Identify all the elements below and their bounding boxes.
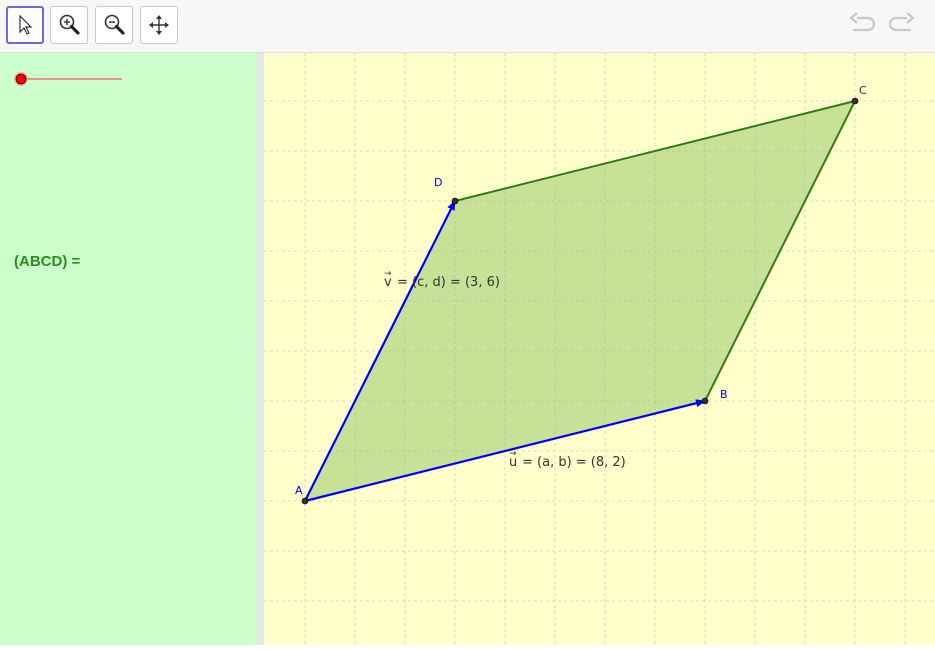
undo-button[interactable] bbox=[846, 10, 880, 40]
move-arrows-icon bbox=[149, 15, 169, 35]
point-label-b: B bbox=[720, 388, 728, 401]
move-tool-button[interactable] bbox=[6, 6, 44, 44]
point-label-a: A bbox=[295, 484, 303, 497]
area-label: (ABCD) = bbox=[14, 253, 81, 270]
slider[interactable] bbox=[13, 71, 125, 87]
move-graphics-view-button[interactable] bbox=[140, 6, 178, 44]
toolbar bbox=[0, 0, 935, 53]
undo-icon bbox=[849, 12, 876, 32]
vector-u-label: = (a, b) = (8, 2) bbox=[522, 455, 626, 470]
zoom-in-icon bbox=[59, 14, 80, 35]
point-b[interactable] bbox=[701, 397, 709, 405]
view-divider[interactable] bbox=[257, 53, 264, 645]
zoom-out-button[interactable] bbox=[95, 6, 133, 44]
zoom-out-icon bbox=[104, 14, 125, 35]
point-label-c: C bbox=[859, 84, 867, 97]
vector-v-label: = (c, d) = (3, 6) bbox=[397, 275, 500, 290]
redo-icon bbox=[888, 12, 915, 32]
point-a[interactable] bbox=[301, 497, 309, 505]
graphics-canvas: ABCD v → = (c, d) = (3, 6) u → = (a, b) … bbox=[264, 53, 935, 645]
zoom-in-button[interactable] bbox=[50, 6, 88, 44]
redo-button[interactable] bbox=[884, 10, 918, 40]
vector-u-arrow: → bbox=[509, 449, 517, 459]
parallelogram-abcd[interactable] bbox=[305, 101, 855, 501]
point-d[interactable] bbox=[451, 197, 459, 205]
graphics-view[interactable]: ABCD v → = (c, d) = (3, 6) u → = (a, b) … bbox=[264, 53, 935, 645]
cursor-arrow-icon bbox=[19, 14, 33, 35]
point-c[interactable] bbox=[851, 97, 859, 105]
algebra-view: (ABCD) = bbox=[0, 53, 257, 645]
point-label-d: D bbox=[434, 176, 442, 189]
vector-v-arrow: → bbox=[384, 269, 392, 279]
